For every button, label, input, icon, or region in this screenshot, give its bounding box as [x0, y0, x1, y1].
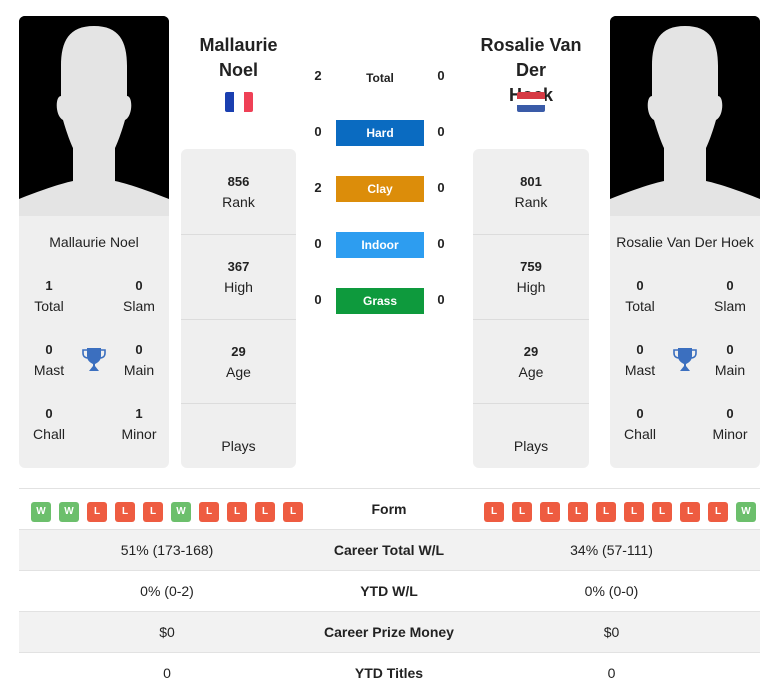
player1-age: 29 Age: [181, 319, 296, 404]
h2h-grass-label: Grass: [336, 288, 424, 314]
player2-age: 29 Age: [473, 319, 589, 404]
player2-high: 759 High: [473, 234, 589, 319]
player2-form: LLLLLLLLLW: [463, 489, 760, 530]
h2h-indoor-label: Indoor: [336, 232, 424, 258]
player1-titles-total: 1 Total: [34, 278, 64, 314]
comparison-row: $0 Career Prize Money $0: [19, 612, 760, 653]
player1-name: Mallaurie Noel: [49, 234, 139, 250]
h2h-total-player1: 2: [314, 68, 322, 83]
h2h-clay-player2: 0: [437, 180, 445, 195]
h2h-indoor-player1: 0: [314, 236, 322, 251]
player2-value: $0: [603, 624, 620, 640]
player2-stats-card: 801 Rank 759 High 29 Age Plays: [473, 149, 589, 468]
player1-value: $0: [159, 624, 175, 640]
player2-titles-minor: 0 Minor: [712, 406, 748, 442]
player-silhouette-icon: [19, 16, 169, 216]
comparison-row: 0% (0-2) YTD W/L 0% (0-0): [19, 571, 760, 612]
h2h-grass-player1: 0: [314, 292, 322, 307]
player2-titles-total: 0 Total: [625, 278, 655, 314]
form-badge-loss: L: [255, 502, 275, 522]
form-badge-win: W: [736, 502, 756, 522]
player2-photo: [610, 16, 760, 216]
form-badge-loss: L: [568, 502, 588, 522]
form-badge-win: W: [171, 502, 191, 522]
player1-titles-minor: 1 Minor: [121, 406, 157, 442]
form-badge-loss: L: [227, 502, 247, 522]
player-silhouette-icon: [610, 16, 760, 216]
france-flag-icon: [225, 92, 253, 112]
form-badge-loss: L: [199, 502, 219, 522]
player2-name: Rosalie Van Der Hoek: [616, 234, 754, 250]
player1-form: WWLLLWLLLL: [19, 489, 315, 530]
form-badge-loss: L: [283, 502, 303, 522]
h2h-clay-label: Clay: [336, 176, 424, 202]
comparison-row: 51% (173-168) Career Total W/L 34% (57-111…: [19, 530, 760, 571]
player2-titles-card: Rosalie Van Der Hoek 0 Total 0 Slam 0 Mast …: [610, 216, 760, 468]
h2h-grass-player2: 0: [437, 292, 445, 307]
form-badge-loss: L: [143, 502, 163, 522]
form-badge-win: W: [59, 502, 79, 522]
player1-header-name[interactable]: Mallaurie Noel: [181, 33, 296, 83]
player2-titles-chall: 0 Chall: [624, 406, 656, 442]
h2h-total-label: Total: [366, 71, 394, 85]
row-label: Career Prize Money: [324, 624, 454, 640]
player2-titles-mast: 0 Mast: [624, 342, 656, 378]
h2h-hard-player1: 0: [314, 124, 322, 139]
player2-rank: 801 Rank: [514, 173, 548, 210]
form-badge-loss: L: [680, 502, 700, 522]
h2h-clay-player1: 2: [314, 180, 322, 195]
row-label: Career Total W/L: [333, 542, 445, 558]
form-badge-loss: L: [484, 502, 504, 522]
player2-value: 0: [607, 665, 616, 681]
trophy-icon: [82, 347, 106, 378]
form-badge-loss: L: [708, 502, 728, 522]
h2h-total-player2: 0: [437, 68, 445, 83]
form-badge-loss: L: [115, 502, 135, 522]
player1-value: 0% (0-2): [140, 583, 194, 599]
player1-plays: Plays: [181, 403, 296, 488]
player2-plays: Plays: [473, 403, 589, 488]
player1-high: 367 High: [181, 234, 296, 319]
row-label: YTD W/L: [360, 583, 418, 599]
player1-titles-card: Mallaurie Noel 1 Total 0 Slam 0 Mast 0 Main …: [19, 216, 169, 468]
player1-rank: 856 Rank: [222, 173, 255, 210]
comparison-row: 0 YTD Titles 0: [19, 653, 760, 694]
player2-titles-main: 0 Main: [714, 342, 746, 378]
form-badge-loss: L: [540, 502, 560, 522]
player1-photo: [19, 16, 169, 216]
player1-titles-main: 0 Main: [123, 342, 155, 378]
form-badge-win: W: [31, 502, 51, 522]
player1-value: 0: [163, 665, 171, 681]
player1-titles-mast: 0 Mast: [33, 342, 65, 378]
player2-value: 34% (57-111): [570, 542, 653, 558]
form-badge-loss: L: [652, 502, 672, 522]
player1-stats-card: 856 Rank 367 High 29 Age Plays: [181, 149, 296, 468]
form-label: Form: [371, 501, 407, 517]
trophy-icon: [673, 347, 697, 378]
h2h-hard-player2: 0: [437, 124, 445, 139]
form-badge-loss: L: [624, 502, 644, 522]
form-badge-loss: L: [512, 502, 532, 522]
h2h-indoor-player2: 0: [437, 236, 445, 251]
row-label: YTD Titles: [354, 665, 424, 681]
player1-value: 51% (173-168): [120, 542, 214, 558]
player2-value: 0% (0-0): [584, 583, 639, 599]
player1-titles-chall: 0 Chall: [33, 406, 65, 442]
netherlands-flag-icon: [517, 92, 545, 112]
player1-titles-slam: 0 Slam: [123, 278, 155, 314]
form-row: WWLLLWLLLL Form LLLLLLLLLW: [19, 489, 760, 530]
form-badge-loss: L: [596, 502, 616, 522]
form-badge-loss: L: [87, 502, 107, 522]
player2-titles-slam: 0 Slam: [714, 278, 746, 314]
h2h-hard-label: Hard: [336, 120, 424, 146]
